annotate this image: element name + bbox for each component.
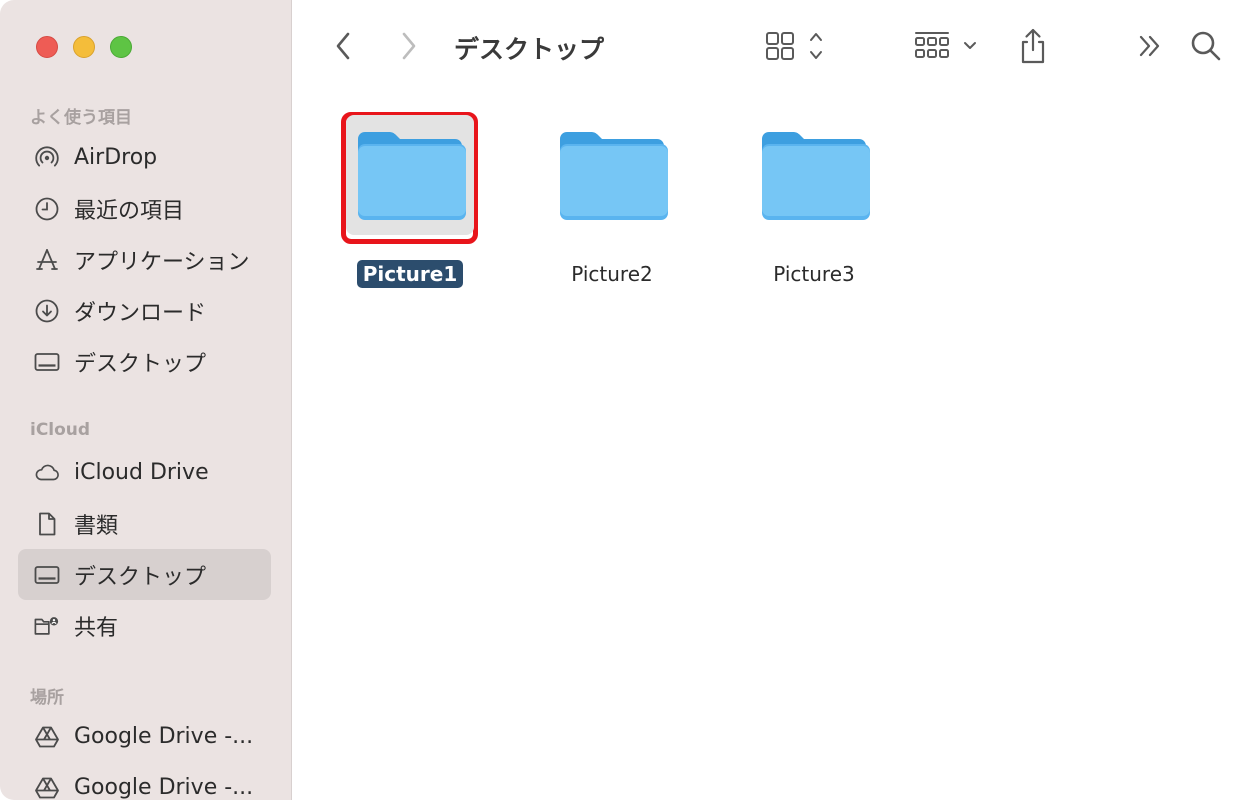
- folder-name: Picture1: [356, 260, 464, 288]
- google-drive-icon: [34, 724, 60, 750]
- sidebar-item-downloads[interactable]: ダウンロード: [18, 285, 271, 336]
- search-button[interactable]: [1188, 26, 1224, 66]
- forward-button[interactable]: [394, 26, 424, 66]
- minimize-window-button[interactable]: [73, 36, 95, 58]
- sidebar-item-label: デスクトップ: [74, 351, 207, 377]
- chevron-left-icon: [336, 32, 350, 60]
- group-by-button[interactable]: [912, 26, 982, 66]
- folder-name: Picture3: [773, 262, 855, 286]
- sidebar-item-label: Google Drive -...: [74, 775, 254, 800]
- sidebar-item-documents[interactable]: 書類: [18, 498, 271, 549]
- download-icon: [34, 298, 60, 324]
- sidebar-item-label: 最近の項目: [74, 198, 185, 224]
- clock-icon: [34, 196, 60, 222]
- sidebar-item-label: ダウンロード: [74, 300, 207, 326]
- double-chevron-right-icon: [1139, 35, 1160, 57]
- sidebar-item-label: 書類: [74, 513, 119, 539]
- sidebar-item-label: AirDrop: [74, 145, 158, 170]
- view-mode-button[interactable]: [762, 26, 832, 66]
- folder-name: Picture2: [571, 262, 653, 286]
- airdrop-icon: [34, 145, 60, 171]
- locations-section-title: 場所: [30, 688, 64, 708]
- zoom-window-button[interactable]: [110, 36, 132, 58]
- sidebar-item-airdrop[interactable]: AirDrop: [18, 132, 271, 183]
- chevron-right-icon: [402, 32, 416, 60]
- sidebar-item-label: Google Drive -...: [74, 724, 254, 749]
- sidebar-item-google-drive-2[interactable]: Google Drive -...: [18, 762, 271, 800]
- desktop-icon: [34, 349, 60, 375]
- favorites-section-title: よく使う項目: [30, 108, 132, 128]
- window-title: デスクトップ: [454, 35, 605, 64]
- folder-icon: [346, 115, 474, 235]
- folder-icon: [548, 115, 676, 235]
- sidebar-item-label: デスクトップ: [74, 564, 207, 590]
- document-icon: [34, 511, 60, 537]
- folder-item-picture2[interactable]: Picture2: [532, 115, 692, 288]
- back-button[interactable]: [328, 26, 358, 66]
- applications-icon: [34, 247, 60, 273]
- sidebar: よく使う項目 AirDrop 最近の項目 アプリケーション ダウンロード デスク…: [0, 0, 292, 800]
- google-drive-icon: [34, 775, 60, 800]
- sidebar-item-desktop-icloud[interactable]: デスクトップ: [18, 549, 271, 600]
- share-icon: [1021, 28, 1045, 64]
- folder-item-picture3[interactable]: Picture3: [734, 115, 894, 288]
- sidebar-item-desktop-favorites[interactable]: デスクトップ: [18, 336, 271, 387]
- icon-view-grid-icon: [766, 32, 822, 60]
- folder-icon: [750, 115, 878, 235]
- group-icon: [915, 32, 976, 58]
- sidebar-item-shared[interactable]: 共有: [18, 600, 271, 651]
- share-button[interactable]: [1015, 26, 1051, 66]
- sidebar-item-label: iCloud Drive: [74, 460, 209, 485]
- folder-item-picture1[interactable]: Picture1: [330, 115, 490, 288]
- finder-window: よく使う項目 AirDrop 最近の項目 アプリケーション ダウンロード デスク…: [0, 0, 1257, 800]
- sidebar-item-google-drive-1[interactable]: Google Drive -...: [18, 711, 271, 762]
- sidebar-item-icloud-drive[interactable]: iCloud Drive: [18, 447, 271, 498]
- desktop-icon: [34, 562, 60, 588]
- search-icon: [1191, 31, 1221, 61]
- icloud-section-title: iCloud: [30, 420, 91, 440]
- cloud-icon: [34, 460, 60, 486]
- shared-folder-icon: [34, 613, 60, 639]
- close-window-button[interactable]: [36, 36, 58, 58]
- window-controls: [36, 36, 132, 58]
- sidebar-item-recents[interactable]: 最近の項目: [18, 183, 271, 234]
- sidebar-item-label: アプリケーション: [74, 249, 250, 275]
- more-toolbar-button[interactable]: [1133, 26, 1167, 66]
- sidebar-item-applications[interactable]: アプリケーション: [18, 234, 271, 285]
- sidebar-item-label: 共有: [74, 615, 119, 641]
- file-grid: Picture1 Picture2 Picture3: [292, 95, 1257, 800]
